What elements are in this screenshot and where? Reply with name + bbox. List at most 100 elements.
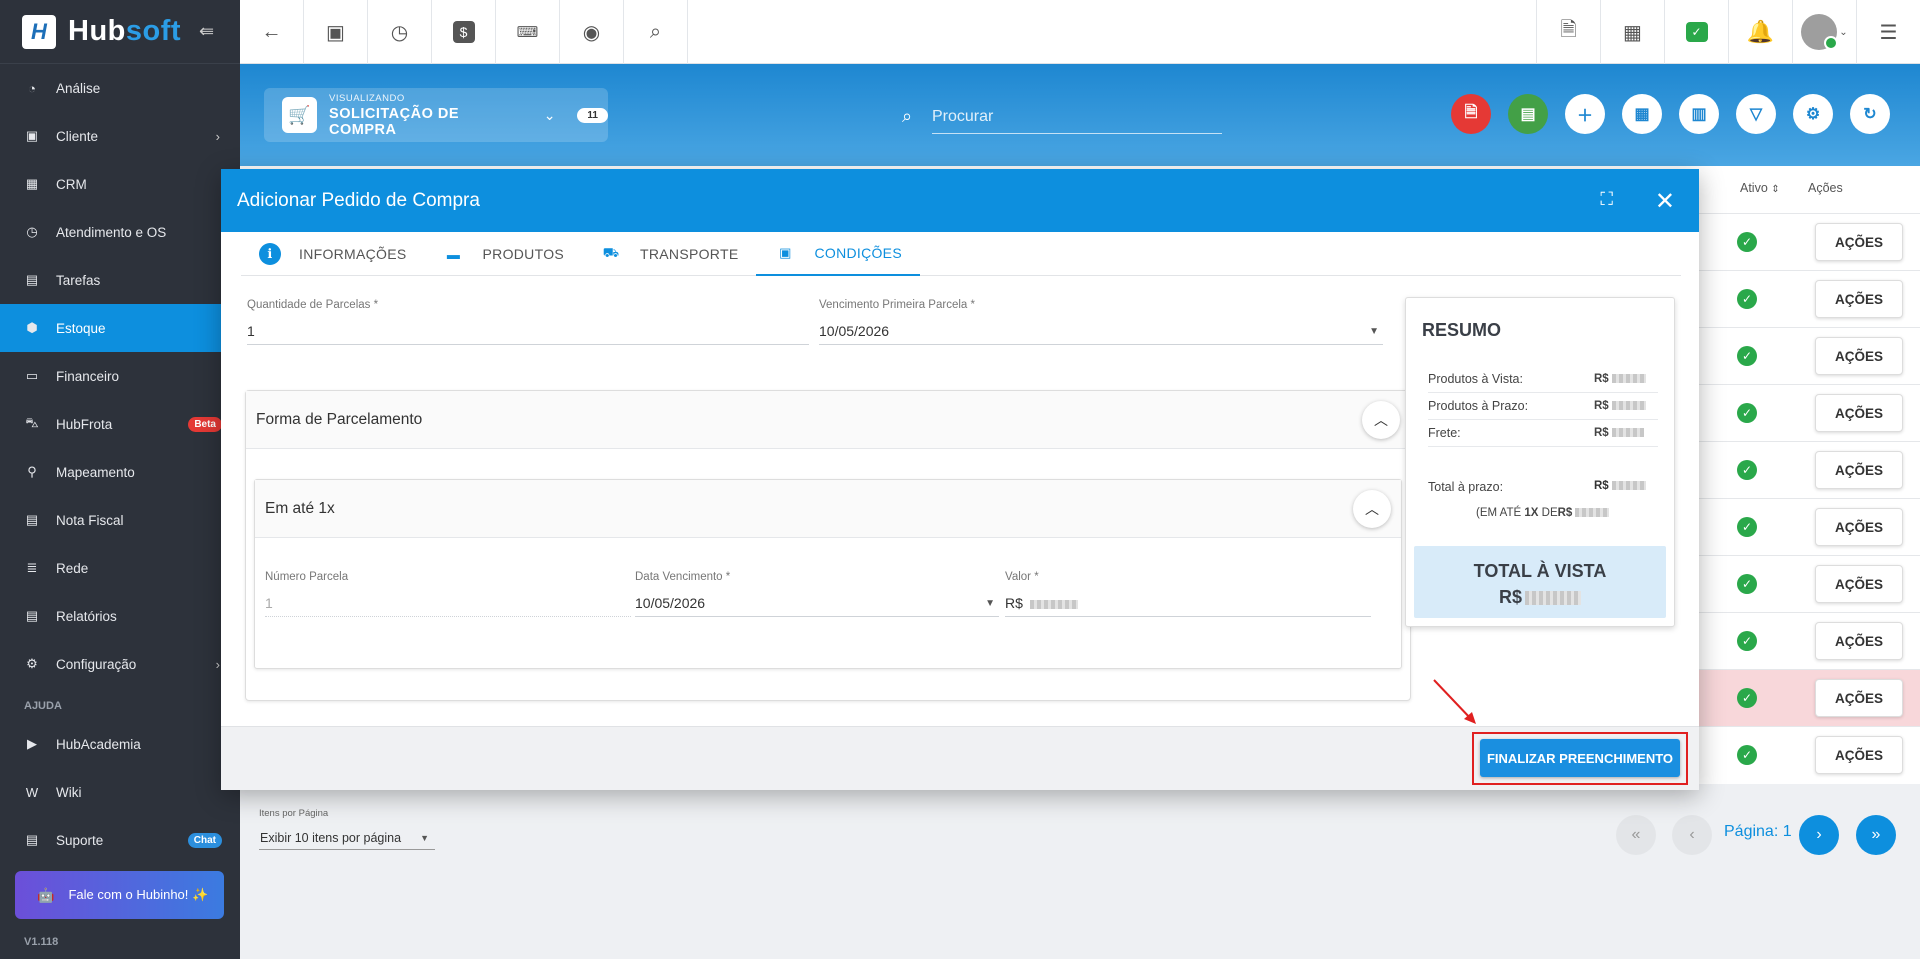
sidebar-item-nota-fiscal[interactable]: ▤ Nota Fiscal [0,496,240,544]
server-icon: ≣ [26,560,38,575]
sidebar-item-financeiro[interactable]: ▭ Financeiro [0,352,240,400]
schedule-button[interactable]: ◷ [368,0,432,64]
tab-informa-es[interactable]: ℹ INFORMAÇÕES [241,232,425,276]
sidebar-item-label: Análise [56,80,101,96]
sidebar-item-análise[interactable]: ◔ Análise [0,64,240,112]
view-selector[interactable]: 🛒 VISUALIZANDO SOLICITAÇÃO DE COMPRA ⌄ 1… [264,88,608,142]
data-vencimento-select[interactable]: 10/05/2026 ▼ [635,595,999,617]
finance-button[interactable]: $ [432,0,496,64]
acoes-button[interactable]: AÇÕES [1815,337,1903,375]
sidebar-badge: Beta [188,416,222,432]
sidebar-item-cliente[interactable]: ▣ Cliente › [0,112,240,160]
add-button[interactable]: ＋ [1565,94,1605,134]
hubinho-chat-button[interactable]: 🤖 Fale com o Hubinho! ✨ [15,871,224,919]
tab-condi-es[interactable]: ▣ CONDIÇÕES [756,232,920,276]
export-excel-button[interactable]: ▤ [1508,94,1548,134]
check-circle-icon: ✓ [1737,517,1757,537]
per-page-select[interactable]: Exibir 10 itens por página ▼ [259,826,435,850]
sidebar-item-estoque[interactable]: ⬢ Estoque [0,304,240,352]
sidebar-item-mapeamento[interactable]: ⚲ Mapeamento [0,448,240,496]
modal-title: Adicionar Pedido de Compra [237,189,480,211]
close-icon[interactable]: ✕ [1655,187,1675,216]
acoes-button[interactable]: AÇÕES [1815,736,1903,774]
money-icon: ▭ [25,368,39,383]
kanban-icon: ▦ [25,176,39,191]
check-circle-icon: ✓ [1737,232,1757,252]
acoes-button[interactable]: AÇÕES [1815,223,1903,261]
alerts-button[interactable]: 🔔 [1728,0,1792,64]
next-page-button[interactable]: › [1799,815,1839,855]
calendar-button[interactable]: ▦ [1600,0,1664,64]
resumo-produtos-vista: Produtos à Vista: R$ [1428,366,1658,393]
brand-logo[interactable]: H Hubsoft ⇚ [0,0,240,64]
list-icon: ☰ [1879,21,1898,44]
chevron-down-icon: ⌄ [543,106,556,123]
chart-pie-icon: ◔ [28,80,36,96]
chevron-up-icon[interactable]: ︿ [1353,489,1391,528]
contacts-button[interactable]: ▣ [304,0,368,64]
sidebar-item-label: HubFrota [56,416,113,432]
acoes-button[interactable]: AÇÕES [1815,679,1903,717]
view-button[interactable]: ◉ [560,0,624,64]
tab-transporte[interactable]: ⛟ TRANSPORTE [582,232,756,276]
tab-label: CONDIÇÕES [814,245,902,261]
sidebar-item-hubfrota[interactable]: ⛍ HubFrota Beta [0,400,240,448]
box-icon: ▬ [446,246,461,262]
acoes-button[interactable]: AÇÕES [1815,451,1903,489]
filter-button[interactable]: ▽ [1736,94,1776,134]
acoes-button[interactable]: AÇÕES [1815,622,1903,660]
viewing-label: VISUALIZANDO [329,92,405,104]
sidebar-item-hubacademia[interactable]: ▶ HubAcademia [0,720,240,768]
search-bar: ⌕ [902,100,1222,134]
refresh-button[interactable]: ↻ [1850,94,1890,134]
parcela-header[interactable]: Em até 1x ︿ [255,480,1401,538]
fullscreen-icon[interactable]: ⛶ [1600,189,1613,210]
sidebar-item-rede[interactable]: ≣ Rede [0,544,240,592]
sidebar-item-atendimento-e-os[interactable]: ◷ Atendimento e OS [0,208,240,256]
data-vencimento-label: Data Vencimento * [635,571,731,583]
forma-parcelamento-header[interactable]: Forma de Parcelamento ︿ [246,391,1410,449]
acoes-button[interactable]: AÇÕES [1815,280,1903,318]
search-input[interactable] [932,107,1222,126]
collapse-menu-icon[interactable]: ⇚ [199,21,214,42]
settings-button[interactable]: ⚙ [1793,94,1833,134]
topbar: ← ▣ ◷ $ ⌨ ◉ ⌕ 🗎 ▦ ✓ 🔔 ⌄ ☰ [240,0,1920,64]
tab-produtos[interactable]: ▬ PRODUTOS [425,232,583,276]
acoes-button[interactable]: AÇÕES [1815,394,1903,432]
table-view-button[interactable]: ▦ [1622,94,1662,134]
resumo-produtos-prazo: Produtos à Prazo: R$ [1428,393,1658,420]
chat-button[interactable]: ✓ [1664,0,1728,64]
sidebar-item-crm[interactable]: ▦ CRM [0,160,240,208]
gear-icon: ⚙ [26,656,38,671]
sidebar-item-suporte[interactable]: ▤ Suporte Chat [0,816,240,864]
table-row: ✓ AÇÕES [1695,669,1920,726]
prev-page-button[interactable]: ‹ [1672,815,1712,855]
modal-header: Adicionar Pedido de Compra ⛶ ✕ [221,169,1699,232]
chevron-up-icon[interactable]: ︿ [1362,400,1400,439]
venc-primeira-select[interactable]: 10/05/2026 ▼ [819,323,1383,345]
sidebar-item-wiki[interactable]: W Wiki [0,768,240,816]
table-icon: ▦ [1634,106,1650,123]
table-row: ✓ AÇÕES [1695,441,1920,498]
page-header: 🛒 VISUALIZANDO SOLICITAÇÃO DE COMPRA ⌄ 1… [240,64,1920,166]
pdf-report-button[interactable]: 🗎 [1536,0,1600,64]
user-menu-button[interactable]: ⌄ [1792,0,1856,64]
search-button[interactable]: ⌕ [624,0,688,64]
columns-button[interactable]: ▥ [1679,94,1719,134]
back-button[interactable]: ← [240,0,304,64]
column-header-ativo[interactable]: Ativo ⇕ [1740,181,1780,195]
first-page-button[interactable]: « [1616,815,1656,855]
valor-input[interactable]: R$ [1005,595,1371,617]
list-menu-button[interactable]: ☰ [1856,0,1920,64]
acoes-button[interactable]: AÇÕES [1815,565,1903,603]
acoes-button[interactable]: AÇÕES [1815,508,1903,546]
table-row: ✓ AÇÕES [1695,384,1920,441]
export-pdf-button[interactable]: 🗎 [1451,94,1491,134]
qtd-parcelas-input[interactable]: 1 [247,323,809,345]
sidebar-item-configuração[interactable]: ⚙ Configuração › [0,640,240,688]
sort-icon: ⇕ [1771,184,1780,195]
terminal-button[interactable]: ⌨ [496,0,560,64]
sidebar-item-relatórios[interactable]: ▤ Relatórios [0,592,240,640]
last-page-button[interactable]: » [1856,815,1896,855]
sidebar-item-tarefas[interactable]: ▤ Tarefas [0,256,240,304]
